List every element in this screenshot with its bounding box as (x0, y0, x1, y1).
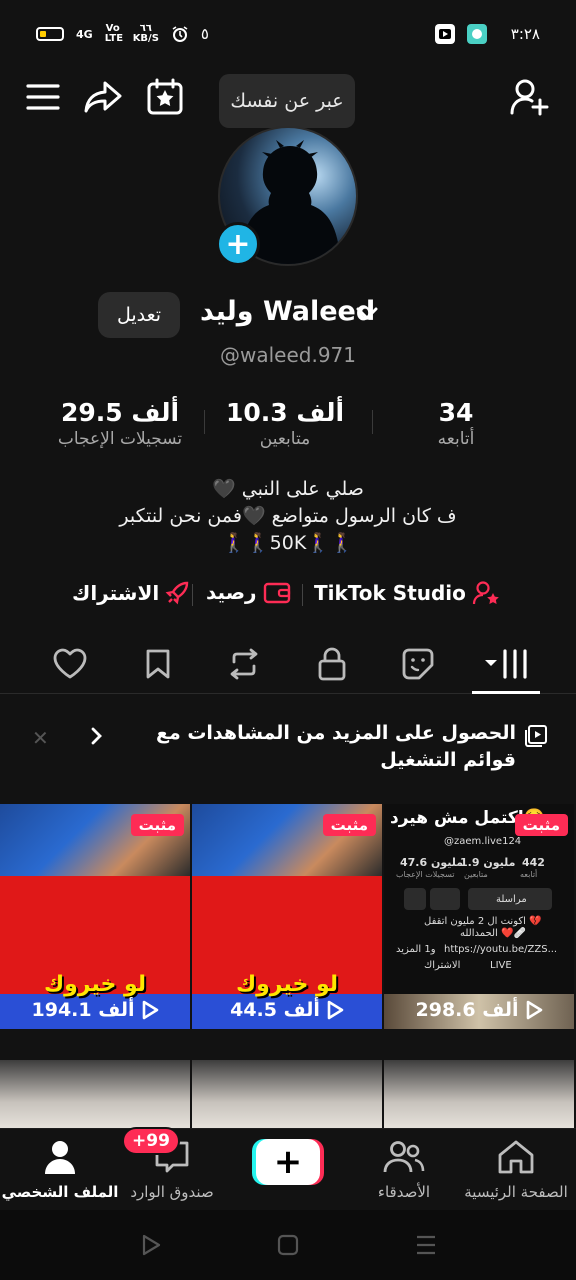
subscribe-link[interactable]: الاشتراك (72, 580, 191, 606)
display-name: وليد Waleed (200, 296, 376, 327)
playlist-banner[interactable]: الحصول على المزيد من المشاهدات مع قوائم … (0, 712, 576, 792)
heart-icon (53, 648, 87, 679)
divider (302, 584, 303, 606)
tab-favorites[interactable] (136, 642, 180, 686)
home-button-icon[interactable] (277, 1234, 299, 1256)
chevron-right-icon[interactable] (90, 726, 104, 746)
video-thumbnail[interactable]: اكتمل مش هيرد🥺 @zaem.live124 442 أتابعه … (384, 804, 574, 1029)
rocket-icon (165, 581, 189, 605)
bio-line: ف كان الرسول متواضع 🖤فمن نحن لنتكبر (119, 505, 457, 527)
view-count: 194.1 ألف (0, 999, 190, 1021)
video-thumbnail[interactable] (384, 1060, 574, 1130)
chevron-down-icon[interactable] (356, 306, 378, 322)
playlist-icon (525, 725, 547, 747)
creator-star-icon (472, 581, 499, 605)
media-icon (434, 24, 455, 44)
lock-icon (318, 647, 346, 681)
video-thumbnail[interactable]: لو خيروك مثبت 194.1 ألف (0, 804, 190, 1029)
content-tabs (0, 634, 576, 694)
pinned-badge: مثبت (322, 814, 376, 836)
menu-icon[interactable] (22, 76, 64, 118)
sticker-icon (402, 648, 434, 680)
banner-text: الحصول على المزيد من المشاهدات مع قوائم … (155, 722, 516, 771)
video-caption: لو خيروك (235, 972, 339, 997)
nav-profile[interactable]: الملف الشخصي (0, 1139, 120, 1201)
nav-home[interactable]: الصفحة الرئيسية (456, 1139, 576, 1201)
username: @waleed.971 (219, 343, 356, 367)
recents-icon[interactable] (414, 1234, 438, 1256)
bookmark-icon (146, 649, 170, 679)
wallet-icon (263, 582, 290, 604)
video-caption: لو خيروك (43, 972, 147, 997)
notification-digit: ٥ (200, 25, 209, 43)
profile-stats: 29.5 ألف تسجيلات الإعجاب 10.3 ألف متابعي… (0, 398, 576, 458)
repost-icon (230, 648, 258, 680)
alarm-icon (172, 26, 188, 42)
followers-stat[interactable]: 10.3 ألف متابعين (215, 398, 355, 449)
divider (192, 584, 193, 606)
tab-reposts[interactable] (222, 642, 266, 686)
volte-indicator: Vo LTE (104, 23, 124, 44)
name-row: تعديل وليد Waleed (0, 292, 576, 338)
chat-app-icon (466, 24, 487, 44)
system-nav-bar (0, 1210, 576, 1280)
profile-prompt-tooltip[interactable]: عبر عن نفسك (219, 74, 355, 128)
bio: صلي على النبي 🖤 ف كان الرسول متواضع 🖤فمن… (0, 476, 576, 557)
friends-icon (383, 1141, 425, 1173)
play-icon (327, 1000, 344, 1020)
calendar-star-icon[interactable] (144, 76, 186, 118)
network-speed: ٦٦ KB/S (132, 23, 159, 44)
divider (372, 410, 373, 434)
clock: ٣:٢٨ (510, 25, 540, 43)
tiktok-studio-link[interactable]: TikTok Studio (314, 580, 500, 606)
profile-icon (45, 1141, 75, 1174)
view-count: 44.5 ألف (192, 999, 382, 1021)
grid-icon (485, 649, 527, 679)
profile-links: الاشتراك رصيد TikTok Studio (0, 576, 576, 612)
add-friend-icon[interactable] (508, 76, 550, 118)
network-indicator: 4G (76, 27, 93, 41)
top-nav: عبر عن نفسك (0, 68, 576, 128)
play-icon (142, 1000, 158, 1020)
home-icon (498, 1140, 534, 1174)
plus-icon: + (256, 1139, 320, 1185)
inbox-badge: +99 (122, 1127, 180, 1155)
tab-stickers[interactable] (396, 642, 440, 686)
balance-link[interactable]: رصيد (206, 580, 291, 604)
play-icon (526, 1000, 542, 1020)
bio-line: صلي على النبي 🖤 (212, 478, 364, 500)
view-count: 298.6 ألف (384, 999, 574, 1021)
create-button[interactable]: + (252, 1139, 324, 1185)
likes-stat[interactable]: 29.5 ألف تسجيلات الإعجاب (40, 398, 200, 449)
tab-liked[interactable] (48, 642, 92, 686)
video-thumbnail[interactable] (0, 1060, 190, 1130)
back-icon[interactable] (140, 1234, 162, 1256)
status-bar: 4G Vo LTE ٦٦ KB/S ٥ ٣:٢٨ (0, 0, 576, 68)
divider (204, 410, 205, 434)
share-icon[interactable] (82, 76, 124, 118)
pinned-badge: مثبت (514, 814, 568, 836)
battery-icon (36, 27, 64, 41)
following-stat[interactable]: 34 أتابعه (410, 398, 502, 449)
add-photo-button[interactable]: + (216, 222, 260, 266)
bottom-nav: الصفحة الرئيسية الأصدقاء + صندوق الوارد … (0, 1127, 576, 1210)
tab-videos[interactable] (478, 642, 538, 686)
edit-profile-button[interactable]: تعديل (98, 292, 180, 338)
video-thumbnail[interactable]: لو خيروك مثبت 44.5 ألف (192, 804, 382, 1029)
pinned-badge: مثبت (130, 814, 184, 836)
active-tab-indicator (472, 691, 540, 694)
nav-friends[interactable]: الأصدقاء (344, 1139, 464, 1201)
close-icon[interactable]: ✕ (32, 726, 49, 750)
video-thumbnail[interactable] (192, 1060, 382, 1130)
video-grid: لو خيروك مثبت 194.1 ألف لو خيروك مثبت 44… (0, 804, 576, 1130)
bio-line: 🚶‍♀️🚶‍♀️50K🚶‍♀️🚶‍♀️ (222, 532, 354, 554)
tab-private[interactable] (310, 642, 354, 686)
